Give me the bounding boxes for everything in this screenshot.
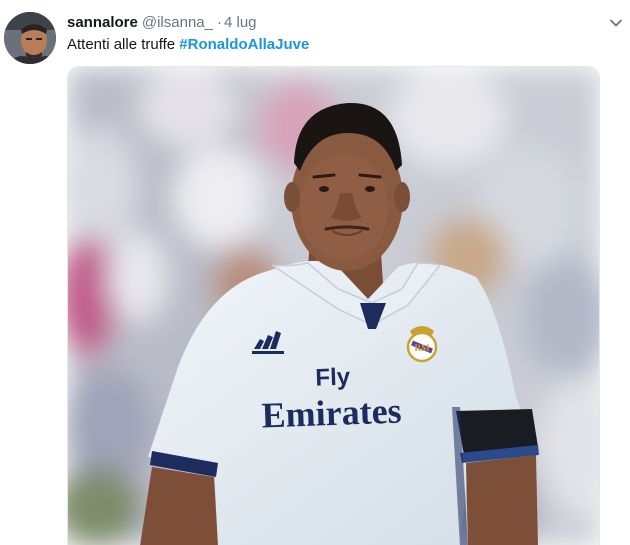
chevron-down-icon[interactable] [607, 14, 625, 32]
timestamp[interactable]: 4 lug [224, 14, 257, 31]
sponsor-line-2: Emirates [261, 391, 402, 436]
real-madrid-crest: RM [406, 326, 438, 363]
display-name[interactable]: sannalore [67, 14, 138, 31]
avatar-image [4, 12, 56, 64]
tweet-text: Attenti alle truffe #RonaldoAllaJuve [67, 35, 309, 55]
user-handle[interactable]: @ilsanna_ [142, 14, 213, 31]
player-right-arm [466, 455, 538, 545]
tweet-header: sannalore @ilsanna_ · 4 lug [67, 13, 257, 33]
tweet-body: Attenti alle truffe [67, 36, 180, 53]
photo-image: RM Fly Emirates [68, 67, 599, 545]
tweet: sannalore @ilsanna_ · 4 lug Attenti alle tr… [0, 0, 630, 545]
tweet-photo[interactable]: RM Fly Emirates [67, 66, 600, 545]
avatar[interactable] [4, 12, 56, 64]
hashtag-link[interactable]: #RonaldoAllaJuve [179, 36, 309, 53]
player-left-arm [140, 467, 218, 545]
svg-text:RM: RM [415, 343, 430, 353]
separator-dot: · [216, 14, 222, 31]
sponsor-line-1: Fly [315, 363, 351, 391]
